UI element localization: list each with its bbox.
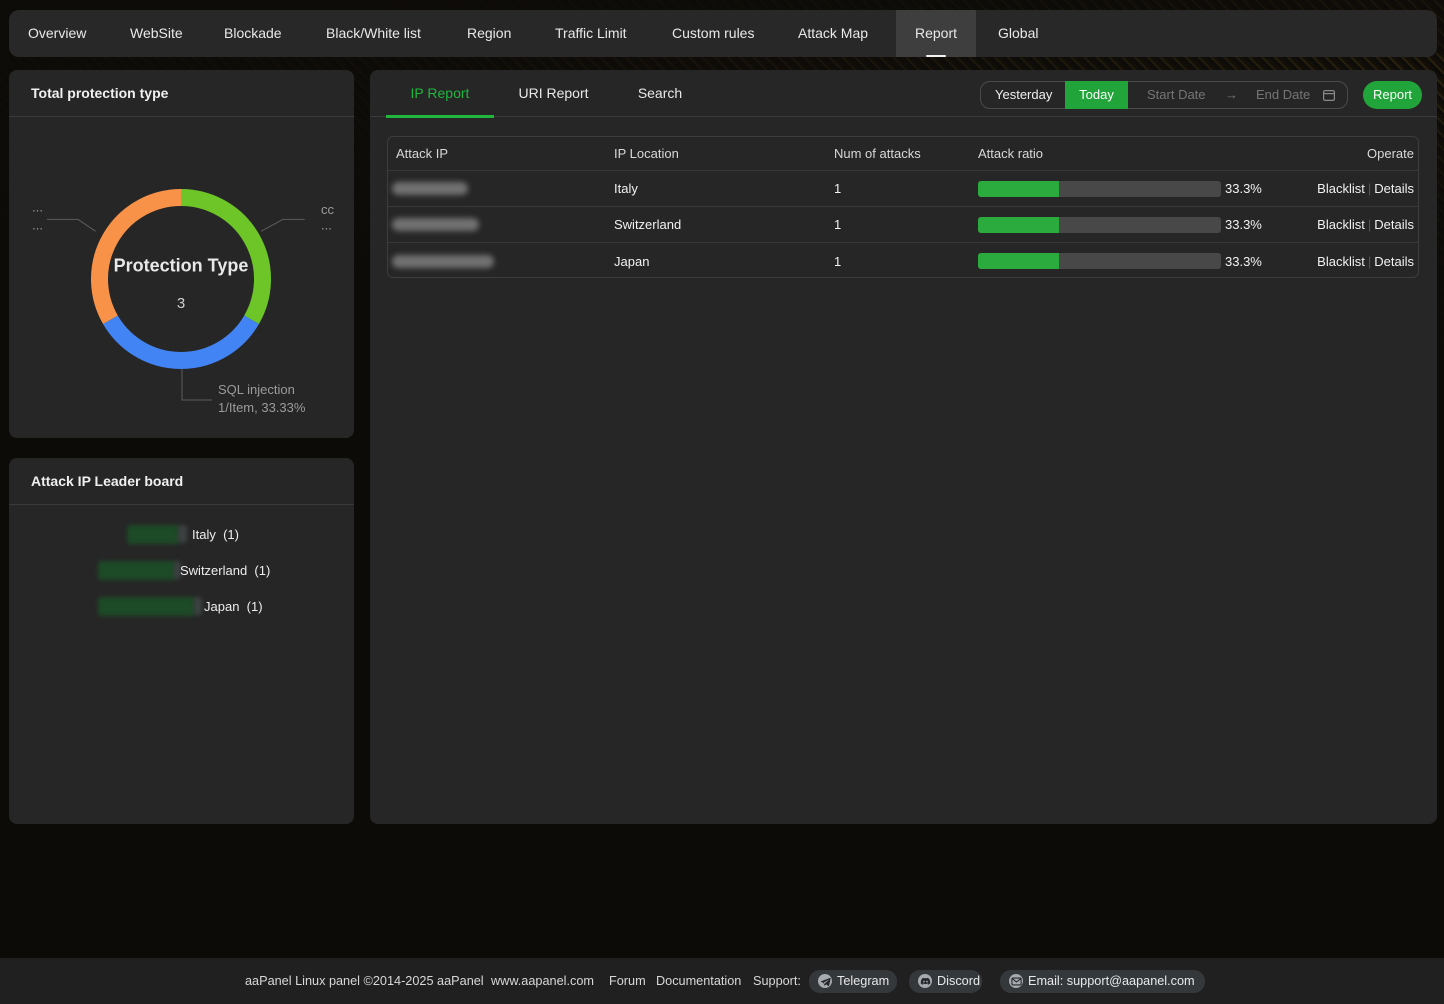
svg-text:3: 3 <box>177 295 185 312</box>
svg-text:SQL injection: SQL injection <box>218 382 295 397</box>
svg-text:...: ... <box>32 218 43 233</box>
svg-text:...: ... <box>32 200 43 215</box>
svg-text:1/Item, 33.33%: 1/Item, 33.33% <box>218 400 306 415</box>
svg-text:cc: cc <box>321 202 335 217</box>
svg-text:Protection Type: Protection Type <box>114 256 249 276</box>
svg-text:...: ... <box>321 218 332 233</box>
